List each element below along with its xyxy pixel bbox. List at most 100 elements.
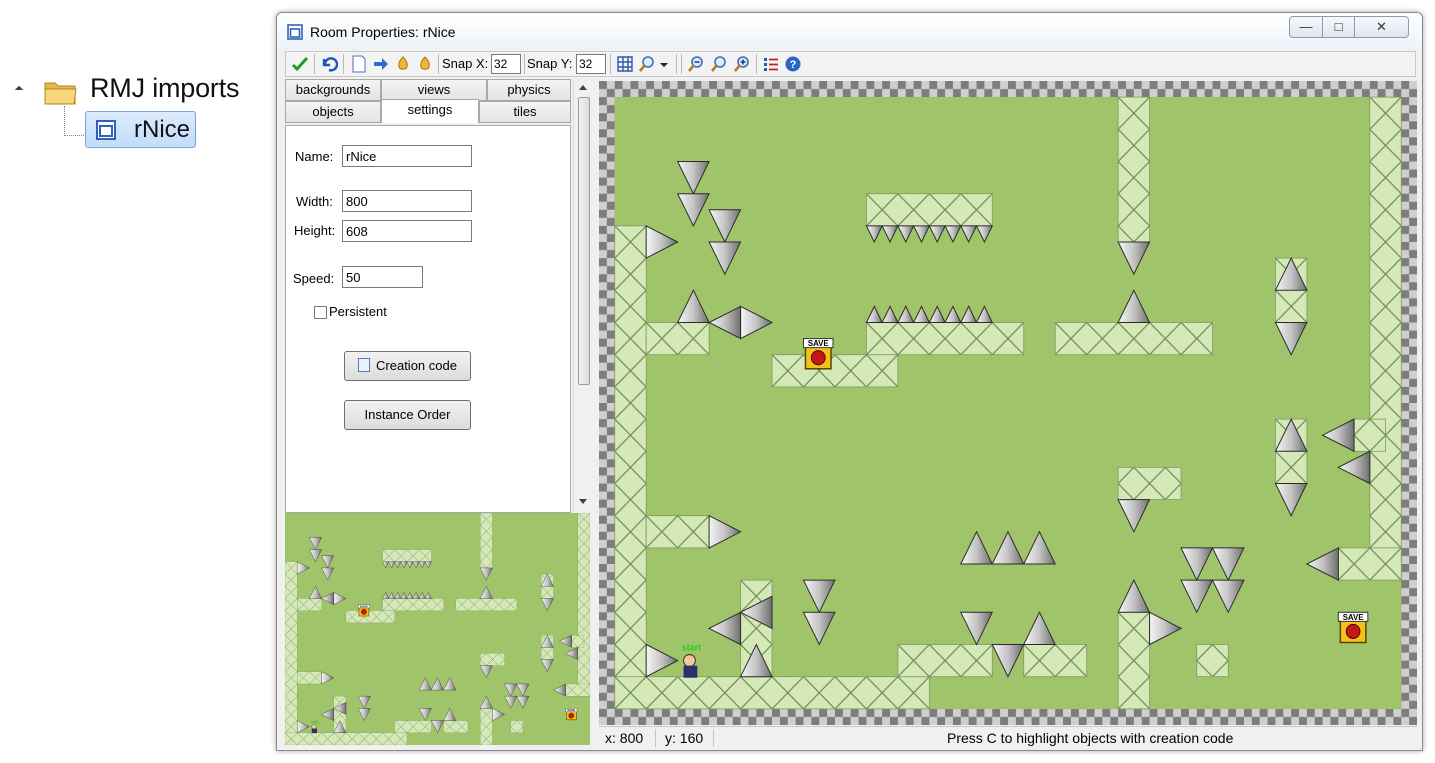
resource-tree: RMJ imports rNice	[0, 0, 270, 160]
snap-y-label: Snap Y:	[527, 56, 573, 71]
player-body	[311, 728, 318, 734]
save-label: SAVE	[567, 708, 575, 712]
room-editor-canvas[interactable]: SAVE SAVE start	[599, 81, 1417, 725]
toolbar-separator	[756, 54, 757, 74]
close-button[interactable]: ✕	[1354, 16, 1409, 38]
status-y: y: 160	[665, 730, 704, 746]
tile-block	[455, 598, 517, 611]
width-field[interactable]	[342, 190, 472, 212]
player-head	[311, 724, 317, 730]
zoom-out-icon[interactable]	[687, 55, 705, 73]
tile-block	[297, 598, 322, 611]
room-icon	[287, 24, 303, 40]
toolbar-separator	[524, 54, 525, 74]
toolbar-separator	[681, 54, 682, 74]
tree-expander-icon[interactable]	[14, 85, 24, 95]
width-label: Width:	[296, 194, 333, 209]
settings-scrollbar[interactable]	[573, 79, 592, 513]
tile-block	[565, 683, 590, 697]
tile-block	[1337, 547, 1402, 581]
start-label: start	[682, 642, 701, 652]
help-icon[interactable]: ?	[784, 55, 802, 73]
creation-code-button[interactable]: Creation code	[344, 351, 471, 381]
tile-block	[510, 720, 524, 733]
status-message: Press C to highlight objects with creati…	[947, 730, 1234, 746]
tab-objects[interactable]: objects	[285, 101, 381, 123]
minimize-button[interactable]: —	[1289, 16, 1323, 38]
tree-connector	[64, 135, 86, 136]
snap-x-label: Snap X:	[442, 56, 489, 71]
clear-icon[interactable]	[350, 55, 368, 73]
tile-block	[1117, 466, 1182, 501]
tile-block	[1369, 96, 1402, 581]
ok-check-icon[interactable]	[291, 55, 309, 73]
room-properties-window: Room Properties: rNice — □ ✕ Snap X: 32 …	[276, 12, 1423, 751]
name-field[interactable]	[342, 145, 472, 167]
toolbar-separator	[314, 54, 315, 74]
tab-settings[interactable]: settings	[381, 99, 479, 123]
tab-views[interactable]: views	[381, 79, 487, 101]
tile-block	[771, 354, 899, 388]
tile-block	[382, 549, 432, 562]
maximize-button[interactable]: □	[1322, 16, 1355, 38]
scroll-up-icon[interactable]	[579, 85, 587, 90]
settings-tab-content: Name: Width: Height: Speed: Persistent C…	[285, 125, 571, 513]
undo-icon[interactable]	[320, 55, 338, 73]
show-icon[interactable]	[638, 55, 656, 73]
tile-block	[297, 671, 322, 685]
persistent-label: Persistent	[329, 304, 387, 319]
toolbar-separator	[610, 54, 611, 74]
save-orb	[810, 350, 826, 366]
name-label: Name:	[295, 149, 334, 164]
tile-block	[345, 610, 395, 624]
tree-folder-label[interactable]: RMJ imports	[90, 73, 240, 104]
tab-backgrounds[interactable]: backgrounds	[285, 79, 381, 101]
snap-y-input[interactable]	[576, 54, 606, 74]
tile-block	[645, 515, 710, 549]
tile-block	[1023, 644, 1088, 678]
save-orb	[568, 712, 575, 719]
tab-physics[interactable]: physics	[487, 79, 571, 101]
dropdown-arrow-icon[interactable]	[658, 55, 670, 73]
persistent-checkbox[interactable]	[314, 306, 327, 319]
height-field[interactable]	[342, 220, 472, 242]
snap-x-input[interactable]	[491, 54, 521, 74]
shift-icon[interactable]	[372, 55, 390, 73]
grid-icon[interactable]	[616, 55, 634, 73]
tile-block	[1196, 644, 1229, 678]
tile-block	[382, 598, 444, 611]
instance-order-button[interactable]: Instance Order	[344, 400, 471, 430]
settings-icon[interactable]	[762, 55, 780, 73]
toolbar-separator	[343, 54, 344, 74]
save-label: SAVE	[1343, 613, 1364, 622]
zoom-in-icon[interactable]	[733, 55, 751, 73]
status-bar: x: 800 y: 160 Press C to highlight objec…	[599, 726, 1417, 748]
tile-block	[571, 634, 585, 648]
document-icon	[358, 358, 371, 372]
player-start	[683, 654, 698, 678]
speed-field[interactable]	[342, 266, 423, 288]
tile-block	[614, 225, 647, 710]
toolbar-separator	[438, 54, 439, 74]
tree-item-room[interactable]: rNice	[85, 111, 196, 148]
tile-block	[645, 322, 710, 356]
tile-block	[1054, 322, 1213, 356]
sort-x-icon[interactable]	[394, 55, 412, 73]
height-label: Height:	[294, 223, 336, 238]
scroll-thumb[interactable]	[578, 97, 590, 385]
toolbar-separator	[676, 54, 677, 74]
tile-block	[285, 561, 298, 745]
scroll-down-icon[interactable]	[579, 499, 587, 504]
tree-connector	[64, 106, 65, 136]
zoom-reset-icon[interactable]	[710, 55, 728, 73]
save-orb	[1345, 623, 1361, 639]
status-divider	[713, 729, 714, 747]
tile-block	[1117, 96, 1150, 243]
room-preview[interactable]: SAVE SAVE start	[285, 513, 590, 745]
room-icon	[96, 120, 116, 140]
tab-tiles[interactable]: tiles	[479, 101, 571, 123]
title-bar[interactable]: Room Properties: rNice — □ ✕	[277, 13, 1422, 49]
tile-block	[480, 708, 493, 745]
sort-y-icon[interactable]	[416, 55, 434, 73]
creation-code-label: Creation code	[376, 358, 457, 373]
